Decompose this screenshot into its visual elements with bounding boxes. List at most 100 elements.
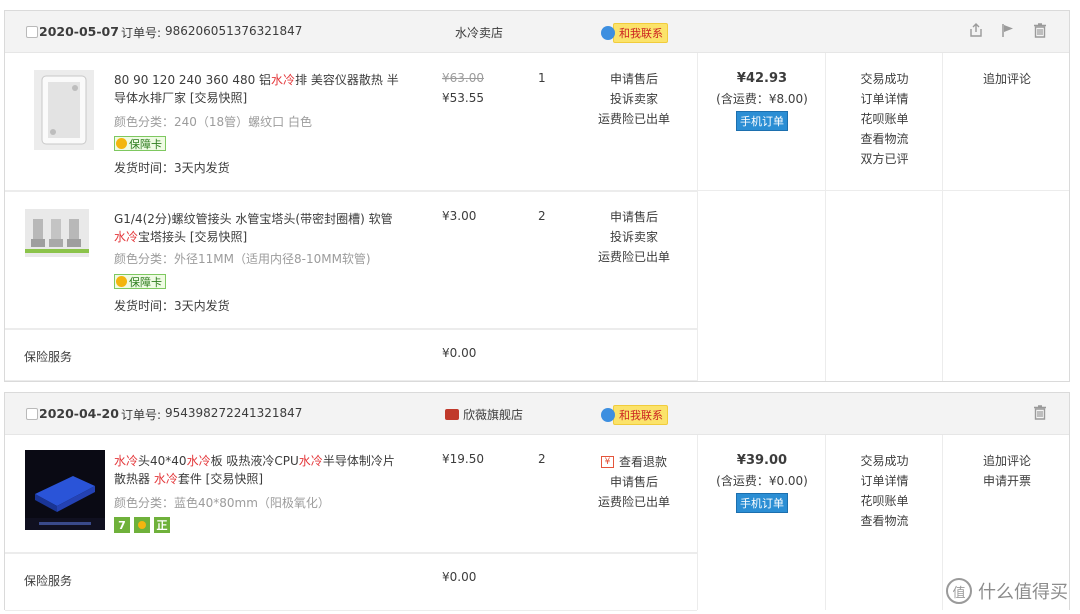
product-thumbnail[interactable] <box>25 209 89 257</box>
order-checkbox[interactable] <box>26 408 38 420</box>
item-services: ¥ 查看退款 申请售后 运费险已出单 <box>589 450 679 512</box>
total-amount: ¥42.93 <box>736 71 788 86</box>
order-ops: 追加评论 申请开票 <box>943 451 1071 491</box>
add-review-link[interactable]: 追加评论 <box>943 69 1071 89</box>
order-card: 2020-04-20 订单号: 954398272241321847 欣薇旗舰店… <box>4 392 1071 611</box>
trade-status: 交易成功 <box>860 72 909 86</box>
insurance-row: 保险服务 ¥0.00 <box>5 553 697 611</box>
mobile-order-tag: 手机订单 <box>736 493 788 513</box>
order-header: 2020-04-20 订单号: 954398272241321847 欣薇旗舰店… <box>5 393 1069 435</box>
wangwang-icon <box>601 26 615 40</box>
product-thumbnail[interactable] <box>34 70 94 150</box>
item-services: 申请售后 投诉卖家 运费险已出单 <box>589 69 679 129</box>
order-total: ¥39.00 (含运费：¥0.00) 手机订单 <box>698 453 826 513</box>
shipping-insurance-status: 运费险已出单 <box>597 495 670 509</box>
order-id: 954398272241321847 <box>165 406 303 420</box>
sun-icon <box>116 138 127 149</box>
unit-price: ¥53.55 <box>442 91 484 105</box>
product-title-link[interactable]: G1/4(2分)螺纹管接头 水管宝塔头(带密封圈槽) 软管水冷宝塔接头 [交易快… <box>114 210 404 246</box>
mobile-order-tag: 手机订单 <box>736 111 788 131</box>
quantity: 2 <box>538 452 546 466</box>
after-sale-link[interactable]: 申请售后 <box>589 207 679 227</box>
huabei-bill-link[interactable]: 花呗账单 <box>826 109 943 129</box>
guarantee-icon[interactable] <box>134 517 150 533</box>
view-refund-link[interactable]: ¥ 查看退款 <box>589 450 679 472</box>
trash-icon[interactable] <box>1031 21 1049 39</box>
order-item-row: G1/4(2分)螺纹管接头 水管宝塔头(带密封圈槽) 软管水冷宝塔接头 [交易快… <box>5 191 697 329</box>
watermark-text: 什么值得买 <box>978 582 1068 603</box>
shipping-insurance-status: 运费险已出单 <box>597 250 670 264</box>
insurance-label: 保险服务 <box>24 350 73 364</box>
order-date: 2020-05-07 <box>39 24 119 39</box>
flag-icon[interactable] <box>999 21 1017 39</box>
after-sale-link[interactable]: 申请售后 <box>589 472 679 492</box>
guarantee-badge[interactable]: 保障卡 <box>114 136 166 151</box>
guarantee-badge[interactable]: 保障卡 <box>114 274 166 289</box>
refund-icon: ¥ <box>600 456 614 468</box>
view-logistics-link[interactable]: 查看物流 <box>826 129 943 149</box>
wangwang-icon <box>601 408 615 422</box>
contact-seller-button[interactable]: 和我联系 <box>601 23 668 43</box>
product-title-link[interactable]: 80 90 120 240 360 480 铝水冷排 美容仪器散热 半导体水排厂… <box>114 71 404 107</box>
order-header: 2020-05-07 订单号: 986206051376321847 水冷卖店 … <box>5 11 1069 53</box>
huabei-bill-link[interactable]: 花呗账单 <box>826 491 943 511</box>
product-spec: 颜色分类：240（18管）螺纹口 白色 <box>114 115 312 129</box>
shipping-time: 发货时间：3天内发货 <box>114 299 230 313</box>
shop-name-link[interactable]: 水冷卖店 <box>455 24 503 41</box>
request-invoice-link[interactable]: 申请开票 <box>943 471 1071 491</box>
order-item-row: 水冷头40*40水冷板 吸热液冷CPU水冷半导体制冷片散热器 水冷套件 [交易快… <box>5 435 697 553</box>
shipping-insurance-status: 运费险已出单 <box>597 112 670 126</box>
view-logistics-link[interactable]: 查看物流 <box>826 511 943 531</box>
insurance-label: 保险服务 <box>24 574 73 588</box>
order-total: ¥42.93 (含运费：¥8.00) 手机订单 <box>698 71 826 131</box>
complain-link[interactable]: 投诉卖家 <box>589 227 679 247</box>
genuine-icon[interactable]: 正 <box>154 517 170 533</box>
trash-icon[interactable] <box>1031 403 1049 421</box>
shipping-fee: (含运费：¥0.00) <box>716 474 808 488</box>
unit-price: ¥19.50 <box>442 452 484 466</box>
order-detail-link[interactable]: 订单详情 <box>826 471 943 491</box>
contact-label: 和我联系 <box>613 405 668 425</box>
quantity: 2 <box>538 209 546 223</box>
smzdm-logo-icon: 值 <box>946 578 972 604</box>
badge-row: 保障卡 <box>114 274 166 289</box>
order-actions <box>1031 403 1049 421</box>
insurance-price: ¥0.00 <box>442 346 477 360</box>
product-spec: 颜色分类：蓝色40*80mm（阳极氧化） <box>114 496 330 510</box>
order-date: 2020-04-20 <box>39 406 119 421</box>
contact-label: 和我联系 <box>613 23 668 43</box>
review-status: 双方已评 <box>860 152 909 166</box>
sun-icon <box>116 276 127 287</box>
seven-day-return-icon[interactable]: 7 <box>114 517 130 533</box>
order-checkbox[interactable] <box>26 26 38 38</box>
watermark: 值 什么值得买 <box>946 578 1068 604</box>
tmall-shop-icon <box>445 409 459 420</box>
insurance-price: ¥0.00 <box>442 570 477 584</box>
product-title-link[interactable]: 水冷头40*40水冷板 吸热液冷CPU水冷半导体制冷片散热器 水冷套件 [交易快… <box>114 452 404 488</box>
order-status: 交易成功 订单详情 花呗账单 查看物流 双方已评 <box>826 69 943 169</box>
quantity: 1 <box>538 71 546 85</box>
shipping-time: 发货时间：3天内发货 <box>114 161 230 175</box>
order-id: 986206051376321847 <box>165 24 303 38</box>
complain-link[interactable]: 投诉卖家 <box>589 89 679 109</box>
badge-row: 保障卡 <box>114 136 166 151</box>
order-ops: 追加评论 <box>943 69 1071 89</box>
add-review-link[interactable]: 追加评论 <box>943 451 1071 471</box>
order-detail-link[interactable]: 订单详情 <box>826 89 943 109</box>
badge-row: 7 正 <box>114 517 170 533</box>
original-price: ¥63.00 <box>442 71 484 85</box>
share-icon[interactable] <box>967 21 985 39</box>
unit-price: ¥3.00 <box>442 209 477 223</box>
order-card: 2020-05-07 订单号: 986206051376321847 水冷卖店 … <box>4 10 1070 382</box>
product-spec: 颜色分类：外径11MM（适用内径8-10MM软管) <box>114 252 371 266</box>
product-thumbnail[interactable] <box>25 450 105 530</box>
total-amount: ¥39.00 <box>736 453 788 468</box>
shop-name-link[interactable]: 欣薇旗舰店 <box>445 406 523 423</box>
order-id-label: 订单号: <box>121 408 162 422</box>
contact-seller-button[interactable]: 和我联系 <box>601 405 668 425</box>
order-actions <box>967 21 1049 39</box>
item-services: 申请售后 投诉卖家 运费险已出单 <box>589 207 679 267</box>
shipping-fee: (含运费：¥8.00) <box>716 92 808 106</box>
after-sale-link[interactable]: 申请售后 <box>589 69 679 89</box>
insurance-row: 保险服务 ¥0.00 <box>5 329 697 381</box>
